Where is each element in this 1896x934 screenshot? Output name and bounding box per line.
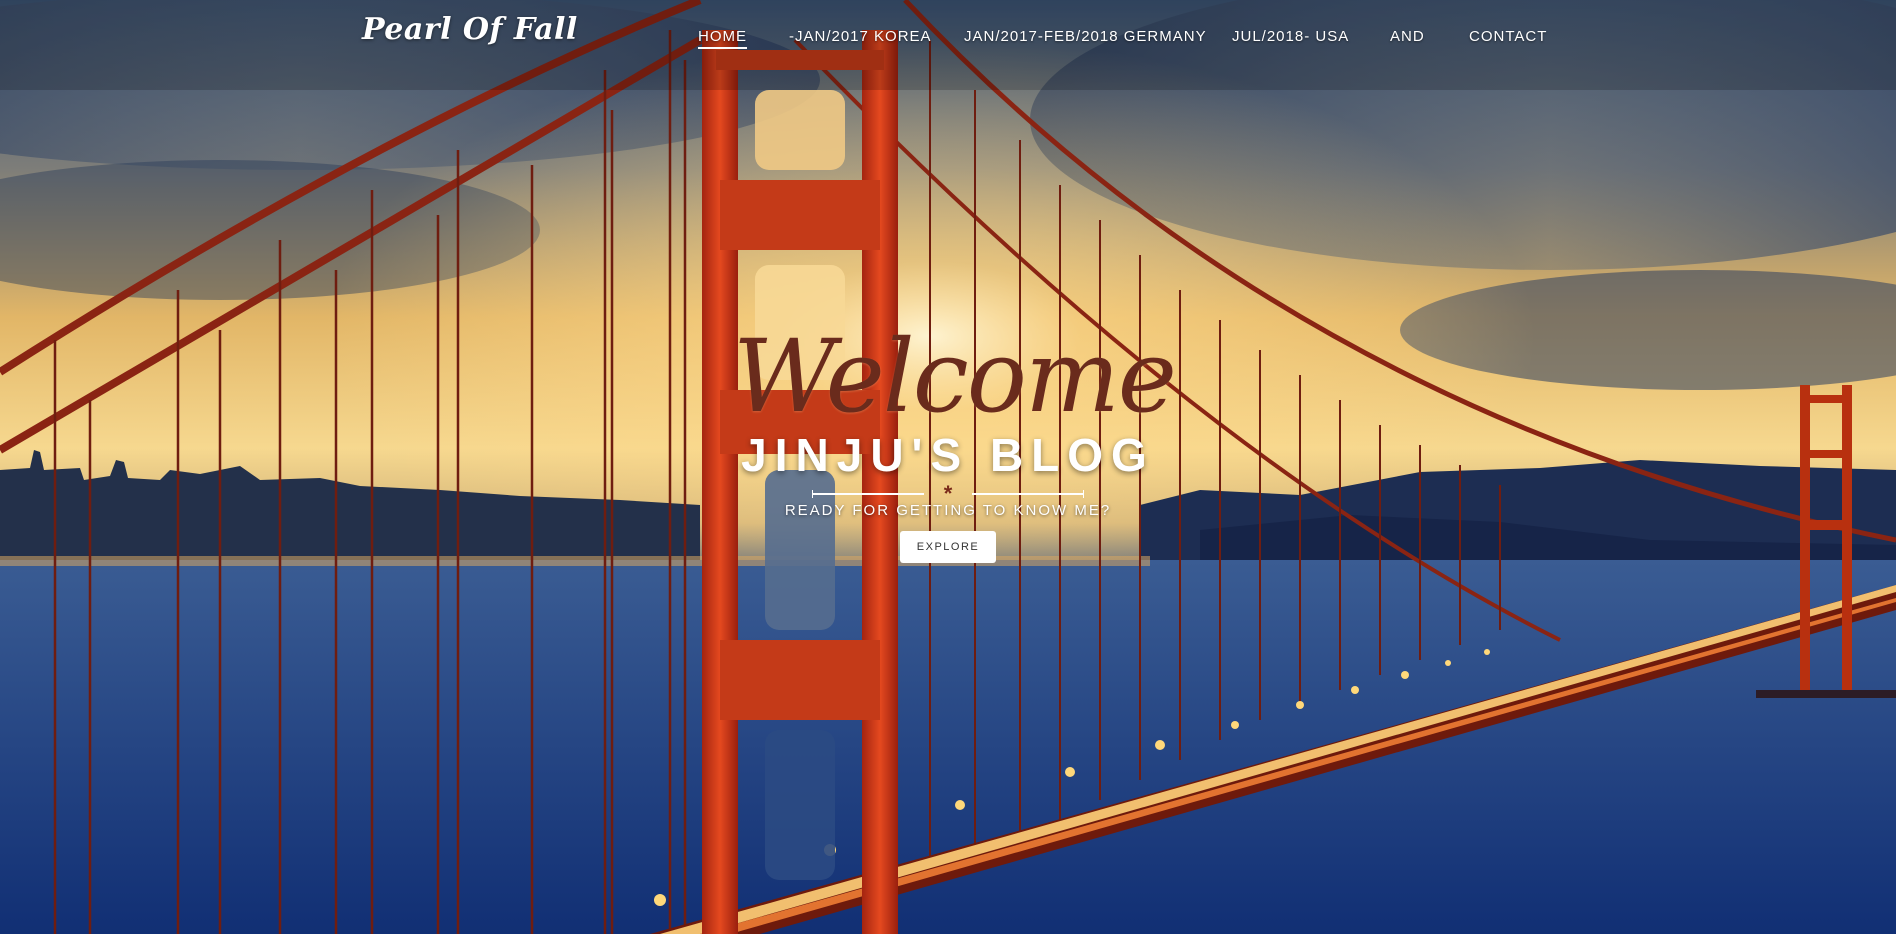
nav-germany[interactable]: JAN/2017-FEB/2018 GERMANY — [964, 28, 1207, 45]
nav-usa[interactable]: JUL/2018- USA — [1232, 28, 1349, 45]
site-logo[interactable]: Pearl Of Fall — [362, 12, 578, 47]
nav-contact[interactable]: CONTACT — [1469, 28, 1547, 45]
explore-button[interactable]: EXPLORE — [900, 531, 996, 563]
nav-home[interactable]: HOME — [698, 28, 747, 49]
nav-and[interactable]: AND — [1390, 28, 1425, 45]
welcome-script-heading: Welcome — [732, 318, 1177, 435]
title-divider: * — [812, 484, 1084, 504]
divider-glyph: * — [944, 484, 953, 504]
nav-korea[interactable]: -JAN/2017 KOREA — [789, 28, 932, 45]
hero-subtitle: READY FOR GETTING TO KNOW ME? — [784, 502, 1112, 519]
hero-section: Pearl Of Fall HOME -JAN/2017 KOREA JAN/2… — [0, 0, 1896, 934]
blog-title: JINJU'S BLOG — [741, 429, 1155, 481]
